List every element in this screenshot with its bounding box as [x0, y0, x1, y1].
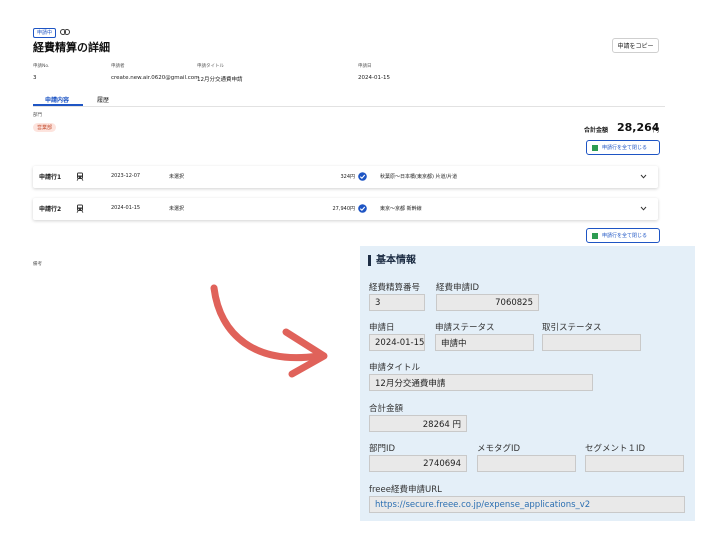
- department-badge: 営業部: [33, 123, 57, 132]
- department-label: 部門: [33, 113, 42, 118]
- row-date: 2023-12-07: [111, 173, 141, 179]
- total-amount-label: 合計金額: [369, 404, 404, 414]
- meta-label-date: 申請日: [358, 64, 372, 69]
- expense-no-field[interactable]: 3: [369, 294, 425, 311]
- note-label: 備考: [33, 262, 42, 267]
- section-id-field[interactable]: 2740694: [369, 455, 467, 472]
- url-field[interactable]: https://secure.freee.co.jp/expense_appli…: [369, 496, 685, 513]
- panel-title: 基本情報: [368, 255, 416, 266]
- app-date-label: 申請日: [369, 323, 395, 333]
- row-name: 申請行2: [39, 206, 62, 213]
- page-title: 経費精算の詳細: [33, 41, 110, 54]
- meta-value-no: 3: [33, 75, 37, 81]
- row-amount: 324円: [340, 174, 355, 180]
- expense-app-id-field[interactable]: 7060825: [436, 294, 539, 311]
- app-status-label: 申請ステータス: [435, 323, 495, 333]
- chevron-down-icon[interactable]: [640, 174, 647, 179]
- meta-label-title: 申請タイトル: [197, 64, 224, 69]
- memo-tag-id-field[interactable]: [477, 455, 576, 472]
- checkbox-icon: [592, 144, 598, 151]
- url-label: freee経費申請URL: [369, 485, 442, 495]
- section-id-label: 部門ID: [369, 444, 396, 454]
- train-icon: [76, 204, 84, 213]
- total-amount-field[interactable]: 28264 円: [369, 415, 467, 432]
- collapse-all-rows-button[interactable]: 申請行を全て閉じる: [586, 140, 660, 155]
- check-circle-icon: [358, 172, 367, 181]
- app-date-field[interactable]: 2024-01-15: [369, 334, 425, 351]
- tab-application-content[interactable]: 申請内容: [45, 95, 69, 104]
- collapse-all-label: 申請行を全て閉じる: [602, 145, 648, 151]
- app-title-field[interactable]: 12月分交通費申請: [369, 374, 593, 391]
- tab-divider: [33, 106, 665, 107]
- row-category: 未選択: [169, 206, 185, 212]
- status-badge: 申請中: [33, 28, 57, 38]
- row-name: 申請行1: [39, 174, 62, 181]
- total-label: 合計金額: [584, 127, 609, 134]
- tab-history[interactable]: 履歴: [97, 95, 109, 104]
- curved-arrow-icon: [210, 284, 328, 378]
- application-row[interactable]: 申請行1 2023-12-07 未選択 324円 秋葉原〜日本橋(東京都) 片道…: [33, 166, 658, 188]
- row-category: 未選択: [169, 174, 185, 180]
- meta-value-title: 12月分交通費申請: [197, 77, 243, 83]
- deal-status-label: 取引ステータス: [542, 323, 602, 333]
- expense-no-label: 経費精算番号: [369, 283, 421, 293]
- meta-label-applicant: 申請者: [111, 64, 125, 69]
- chevron-down-icon[interactable]: [640, 206, 647, 211]
- row-route: 秋葉原〜日本橋(東京都) 片道/片道: [380, 174, 458, 180]
- application-row[interactable]: 申請行2 2024-01-15 未選択 27,940円 東京〜京都 新幹線: [33, 198, 658, 220]
- meta-value-date: 2024-01-15: [358, 75, 390, 81]
- total-unit: 円: [653, 127, 660, 134]
- segment-id-field[interactable]: [585, 455, 684, 472]
- memo-tag-id-label: メモタグID: [477, 444, 521, 454]
- expense-app-id-label: 経費申請ID: [436, 283, 480, 293]
- deal-status-field[interactable]: [542, 334, 641, 351]
- meta-label-no: 申請No.: [33, 64, 50, 69]
- row-amount: 27,940円: [332, 206, 356, 212]
- check-circle-icon: [358, 204, 367, 213]
- row-route: 東京〜京都 新幹線: [380, 206, 422, 212]
- app-status-field[interactable]: 申請中: [435, 334, 534, 351]
- segment-id-label: セグメント１ID: [585, 444, 646, 454]
- link-icon[interactable]: [60, 28, 70, 36]
- meta-value-applicant: create.new.air.0620@gmail.com: [111, 75, 200, 81]
- collapse-all-rows-button-bottom[interactable]: 申請行を全て閉じる: [586, 228, 660, 243]
- train-icon: [76, 172, 84, 181]
- app-title-label: 申請タイトル: [369, 363, 421, 373]
- row-date: 2024-01-15: [111, 205, 141, 211]
- checkbox-icon: [592, 232, 598, 239]
- collapse-all-label: 申請行を全て閉じる: [602, 233, 648, 239]
- copy-application-button[interactable]: 申請をコピー: [612, 38, 659, 53]
